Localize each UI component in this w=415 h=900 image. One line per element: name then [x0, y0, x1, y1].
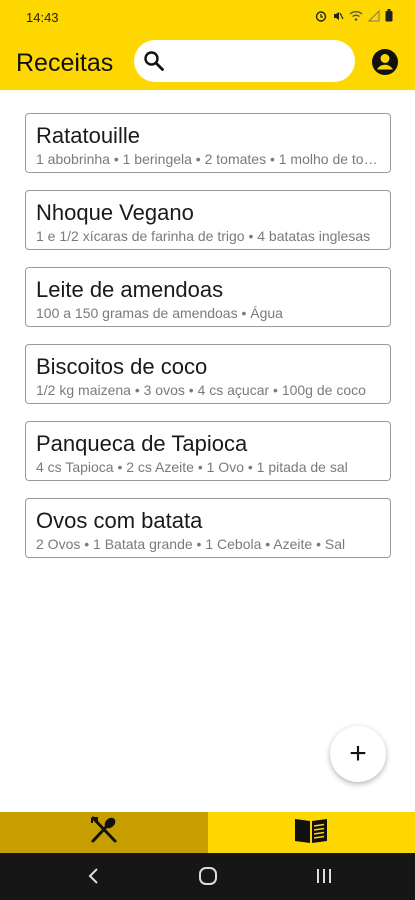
add-recipe-button[interactable]: +: [330, 726, 386, 782]
recipe-card-panqueca-de-tapioca[interactable]: Panqueca de Tapioca 4 cs Tapioca • 2 cs …: [25, 421, 391, 481]
wifi-icon: [349, 10, 363, 22]
recipe-title: Biscoitos de coco: [36, 354, 208, 379]
tab-book[interactable]: [207, 812, 415, 853]
recipe-ingredients: 100 a 150 gramas de amendoas • Água: [36, 305, 283, 321]
recipe-card-biscoitos-de-coco[interactable]: Biscoitos de coco 1/2 kg maizena • 3 ovo…: [25, 344, 391, 404]
open-book-icon: [293, 815, 329, 850]
battery-icon: [385, 9, 393, 22]
bottom-nav: [0, 812, 415, 853]
recipe-card-ratatouille[interactable]: Ratatouille 1 abobrinha • 1 beringela • …: [25, 113, 391, 173]
mute-icon: [332, 10, 344, 22]
recipe-title: Ratatouille: [36, 123, 140, 148]
recipe-title: Leite de amendoas: [36, 277, 224, 302]
page-title: Receitas: [16, 49, 114, 77]
recipe-ingredients: 1 abobrinha • 1 beringela • 2 tomates • …: [36, 151, 380, 167]
status-time: 14:43: [26, 10, 59, 25]
recipe-card-leite-de-amendoas[interactable]: Leite de amendoas 100 a 150 gramas de am…: [25, 267, 391, 327]
search-icon[interactable]: [142, 49, 166, 78]
fork-knife-icon: [88, 814, 120, 851]
recipe-ingredients: 1/2 kg maizena • 3 ovos • 4 cs açucar • …: [36, 382, 366, 398]
search-box[interactable]: [134, 40, 355, 82]
search-input[interactable]: [170, 48, 340, 74]
status-icons: [315, 9, 393, 22]
recents-icon[interactable]: [314, 866, 334, 891]
status-bar: 14:43: [0, 0, 415, 36]
recipe-card-nhoque-vegano[interactable]: Nhoque Vegano 1 e 1/2 xícaras de farinha…: [25, 190, 391, 250]
app-bar: Receitas: [0, 36, 415, 90]
signal-icon: [368, 9, 380, 22]
recipe-ingredients: 1 e 1/2 xícaras de farinha de trigo • 4 …: [36, 228, 371, 244]
plus-icon: +: [349, 737, 367, 770]
recipe-ingredients: 4 cs Tapioca • 2 cs Azeite • 1 Ovo • 1 p…: [36, 459, 348, 475]
recipe-title: Ovos com batata: [36, 508, 203, 533]
recipe-ingredients: 2 Ovos • 1 Batata grande • 1 Cebola • Az…: [36, 536, 346, 552]
alarm-icon: [315, 10, 327, 22]
recipe-list: Ratatouille 1 abobrinha • 1 beringela • …: [25, 113, 391, 575]
recipe-card-ovos-com-batata[interactable]: Ovos com batata 2 Ovos • 1 Batata grande…: [25, 498, 391, 558]
tab-recipes[interactable]: [0, 812, 208, 853]
back-icon[interactable]: [86, 866, 102, 891]
home-icon[interactable]: [198, 866, 218, 891]
system-nav-bar: [0, 853, 415, 900]
recipe-title: Panqueca de Tapioca: [36, 431, 248, 456]
recipe-title: Nhoque Vegano: [36, 200, 194, 225]
account-circle-icon[interactable]: [371, 48, 399, 81]
